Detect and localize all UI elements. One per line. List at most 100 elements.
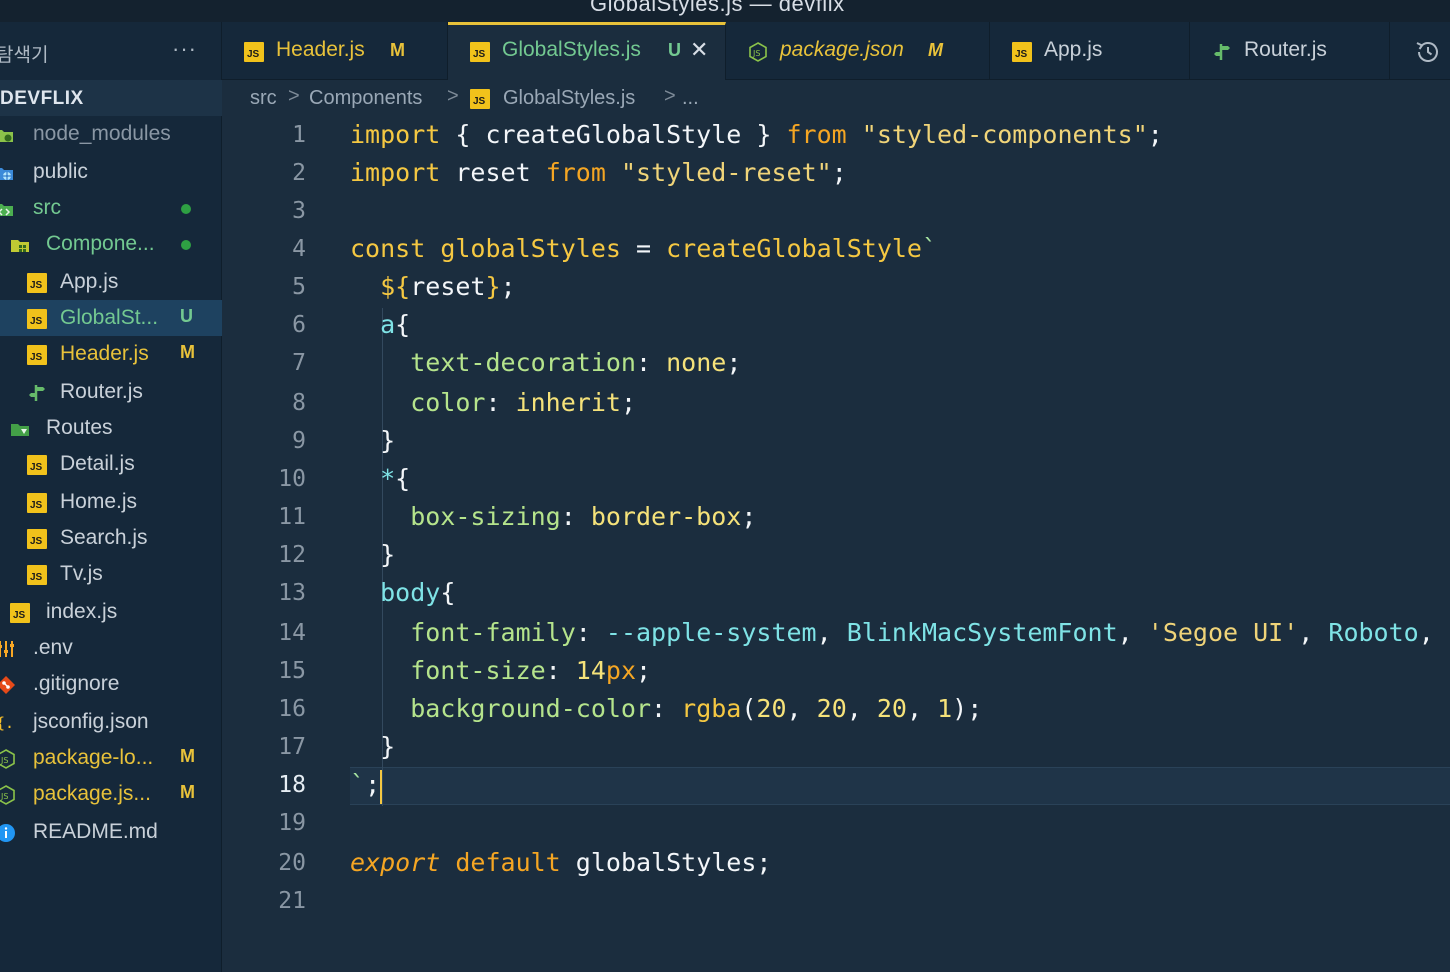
close-tab-icon[interactable]: ✕ <box>690 37 708 63</box>
file-tree-item[interactable]: JS App.js <box>0 264 222 300</box>
line-number: 6 <box>292 312 306 338</box>
code-line[interactable]: ${reset}; <box>350 272 516 301</box>
editor-tab[interactable]: JS App.js <box>990 22 1190 80</box>
code-line[interactable]: box-sizing: border-box; <box>350 502 756 531</box>
code-token: = <box>620 234 667 263</box>
file-tree-item[interactable]: .gitignore <box>0 666 222 702</box>
more-actions-icon[interactable]: ··· <box>172 36 197 62</box>
code-line[interactable]: import { createGlobalStyle } from "style… <box>350 120 1163 149</box>
file-tree-item[interactable]: JS Search.js <box>0 520 222 556</box>
line-number: 13 <box>278 580 306 606</box>
node-folder-icon <box>0 125 14 145</box>
editor-tab[interactable]: JS GlobalStyles.js U ✕ <box>448 22 726 80</box>
file-tree-item-label: Home.js <box>60 490 138 513</box>
file-tree-item[interactable]: .env <box>0 630 222 666</box>
project-root-header[interactable]: DEVFLIX <box>0 80 222 116</box>
code-token: reset <box>410 272 486 301</box>
file-tree-item-label: .env <box>33 636 73 659</box>
code-token: --apple-system <box>605 618 817 647</box>
file-tree-item[interactable]: JS package-lo... M <box>0 740 222 776</box>
code-token: BlinkMacSystemFont <box>846 618 1118 647</box>
file-tree-item[interactable]: Routes <box>0 410 222 446</box>
code-line[interactable]: } <box>350 540 395 569</box>
explorer-header: 탐색기 ··· <box>0 22 222 80</box>
editor-tab[interactable]: JS package.json M <box>726 22 990 80</box>
history-icon[interactable] <box>1414 38 1442 66</box>
file-tree-item[interactable]: src <box>0 190 222 226</box>
breadcrumb-symbol[interactable]: ... <box>682 87 699 110</box>
js-file-icon: JS <box>27 273 47 293</box>
line-number: 5 <box>292 274 306 300</box>
file-tree-item[interactable]: JS Home.js <box>0 484 222 520</box>
file-tree-item[interactable]: node_modules <box>0 116 222 152</box>
code-line[interactable]: color: inherit; <box>350 388 636 417</box>
js-file-icon: JS <box>27 493 47 513</box>
code-line[interactable]: const globalStyles = createGlobalStyle` <box>350 234 937 263</box>
editor-tab-label: package.json <box>780 38 904 61</box>
code-line[interactable]: } <box>350 426 395 455</box>
editor-tab[interactable]: Router.js <box>1190 22 1390 80</box>
line-number: 4 <box>292 236 306 262</box>
file-tree-item[interactable]: JS Header.js M <box>0 336 222 372</box>
git-status-badge: M <box>180 746 195 766</box>
text-cursor <box>380 770 383 804</box>
code-token: : <box>575 618 606 647</box>
line-number: 14 <box>278 620 306 646</box>
code-line[interactable]: *{ <box>350 464 410 493</box>
file-tree-item[interactable]: README.md <box>0 814 222 850</box>
code-line[interactable]: a{ <box>350 310 410 339</box>
code-line[interactable]: background-color: rgba(20, 20, 20, 1); <box>350 694 982 723</box>
code-token: , <box>1117 618 1148 647</box>
js-file-icon: JS <box>10 603 30 623</box>
router-file-icon <box>27 383 47 403</box>
code-token: : <box>651 694 682 723</box>
line-number: 20 <box>278 850 306 876</box>
node-file-icon: JS <box>0 749 16 769</box>
file-tree-item[interactable]: JS Tv.js <box>0 556 222 592</box>
git-status-badge: M <box>180 342 195 362</box>
code-line[interactable]: font-size: 14px; <box>350 656 651 685</box>
line-number: 18 <box>278 772 306 798</box>
file-tree-item-label: README.md <box>33 820 158 843</box>
code-line[interactable]: text-decoration: none; <box>350 348 741 377</box>
code-editor[interactable]: 1 import { createGlobalStyle } from "styl… <box>222 118 1450 972</box>
code-token: 20 <box>876 694 907 723</box>
code-token: ` <box>921 234 938 263</box>
editor-tab[interactable]: JS Header.js M <box>222 22 448 80</box>
code-token: , <box>846 694 877 723</box>
breadcrumb-file[interactable]: GlobalStyles.js <box>503 87 635 110</box>
file-tree-item[interactable]: {..} jsconfig.json <box>0 704 222 740</box>
code-token: globalStyles <box>575 848 757 877</box>
file-tree-item[interactable]: JS index.js <box>0 594 222 630</box>
code-token: } <box>350 732 396 761</box>
code-line[interactable]: import reset from "styled-reset"; <box>350 158 847 187</box>
code-token: export <box>350 848 441 877</box>
file-tree-item[interactable]: JS GlobalSt... U <box>0 300 222 336</box>
file-tree-item[interactable]: public <box>0 154 222 190</box>
git-icon <box>0 675 16 695</box>
js-file-icon: JS <box>27 345 47 365</box>
editor-tab-bar: JS Header.js M JS GlobalStyles.js U ✕ JS package… <box>222 22 1450 80</box>
code-token: createGlobalStyle <box>485 120 742 149</box>
file-tree-item-label: Search.js <box>60 526 148 549</box>
breadcrumb-src[interactable]: src <box>250 87 277 110</box>
code-line[interactable]: font-family: --apple-system, BlinkMacSys… <box>350 618 1449 647</box>
file-tree-item[interactable]: JS Detail.js <box>0 446 222 482</box>
explorer-sidebar: 탐색기 ··· DEVFLIX node_modules public src Com… <box>0 22 222 972</box>
code-token: border-box <box>590 502 742 531</box>
code-token: ${ <box>350 272 411 301</box>
file-tree-item[interactable]: JS package.js... M <box>0 776 222 812</box>
code-line[interactable]: } <box>350 732 395 761</box>
file-tree-item[interactable]: Router.js <box>0 374 222 410</box>
code-line[interactable]: export default globalStyles; <box>350 848 771 877</box>
code-token: inherit <box>515 388 621 417</box>
code-line[interactable]: `; <box>350 770 380 799</box>
breadcrumb-components[interactable]: Components <box>309 87 422 110</box>
code-token: ; <box>500 272 516 301</box>
file-tree-item[interactable]: Compone... <box>0 226 222 262</box>
code-line[interactable]: body{ <box>350 578 455 607</box>
code-token: from <box>545 158 606 187</box>
